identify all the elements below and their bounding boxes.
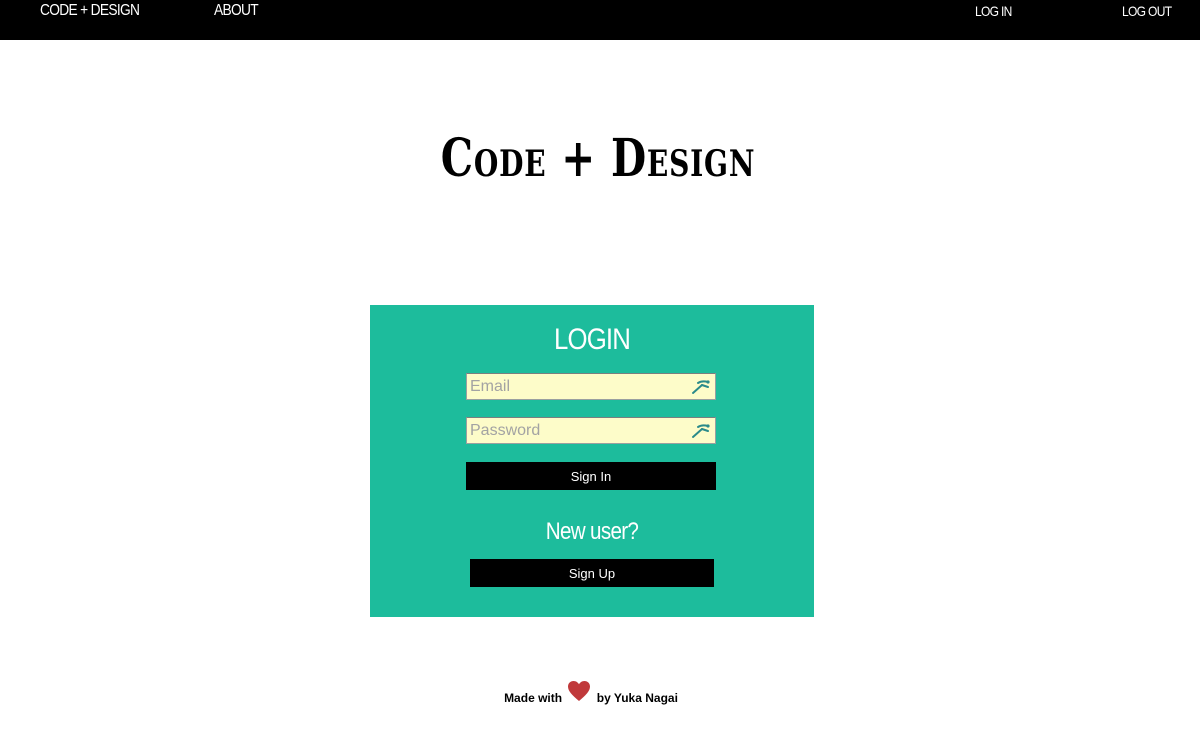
nav-login-link[interactable]: LOG IN: [975, 3, 1012, 19]
login-panel: LOGIN Sign In New user? Sign Up: [370, 305, 814, 617]
nav-brand-link[interactable]: CODE + DESIGN: [40, 2, 140, 20]
password-field-container: [466, 417, 716, 444]
email-field-container: [466, 373, 716, 400]
site-title: Code + Design: [440, 128, 756, 189]
footer-suffix: by Yuka Nagai: [596, 691, 678, 705]
sign-in-button[interactable]: Sign In: [466, 462, 716, 490]
password-input[interactable]: [467, 418, 686, 443]
sign-up-button[interactable]: Sign Up: [470, 559, 714, 587]
top-navbar: CODE + DESIGN ABOUT LOG IN LOG OUT: [0, 0, 1200, 40]
footer-prefix: Made with: [504, 691, 563, 705]
footer: Made with by Yuka Nagai: [0, 680, 1182, 705]
email-input[interactable]: [467, 374, 686, 399]
login-heading: LOGIN: [553, 323, 631, 356]
new-user-heading: New user?: [545, 518, 639, 545]
key-icon[interactable]: [691, 378, 711, 396]
nav-logout-link[interactable]: LOG OUT: [1122, 3, 1172, 19]
nav-about-link[interactable]: ABOUT: [214, 2, 259, 20]
key-icon[interactable]: [691, 422, 711, 440]
heart-icon: [567, 680, 591, 702]
